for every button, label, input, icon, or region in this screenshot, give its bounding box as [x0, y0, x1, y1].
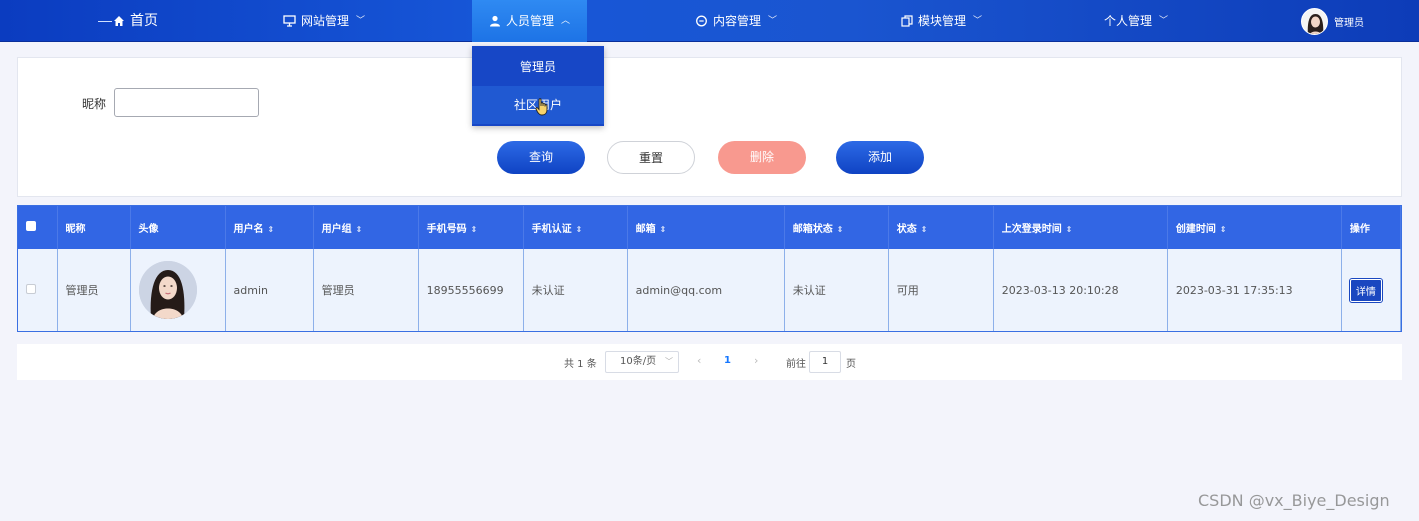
col-nickname: 昵称 — [57, 206, 131, 249]
nav-content-management-label: 内容管理 — [713, 14, 762, 28]
user-name-label[interactable]: 管理员 — [1334, 14, 1364, 29]
nav-website-management-label: 网站管理 — [301, 14, 350, 28]
table-header-row: 昵称 头像 用户名 ⇕ 用户组 ⇕ 手机号码 ⇕ 手机认证 ⇕ 邮箱 ⇕ 邮箱状态 ⇕ 状态… — [18, 206, 1402, 249]
chevron-up-icon: ︿ — [561, 16, 571, 26]
cell-phone: 18955556699 — [418, 249, 524, 331]
user-table: 昵称 头像 用户名 ⇕ 用户组 ⇕ 手机号码 ⇕ 手机认证 ⇕ 邮箱 ⇕ 邮箱状态 ⇕ 状态… — [17, 205, 1402, 332]
cell-avatar — [130, 249, 226, 331]
nav-website-management[interactable]: 网站管理 ﹀ — [283, 0, 365, 42]
col-avatar: 头像 — [130, 206, 226, 249]
col-phone[interactable]: 手机号码 ⇕ — [418, 206, 524, 249]
next-page-icon[interactable]: › — [754, 354, 758, 367]
nav-personal-management-label: 个人管理 — [1104, 14, 1153, 28]
reset-button[interactable]: 重置 — [607, 141, 695, 174]
cell-nickname: 管理员 — [57, 249, 131, 331]
avatar — [138, 261, 197, 319]
goto-page-input[interactable]: 1 — [809, 351, 841, 373]
sort-icon[interactable]: ⇕ — [837, 225, 844, 234]
col-username[interactable]: 用户名 ⇕ — [225, 206, 314, 249]
row-select-cell[interactable] — [18, 249, 58, 331]
search-panel: 昵称 查询 重置 删除 添加 — [17, 57, 1402, 197]
hand-cursor-icon — [535, 98, 548, 116]
top-navigation-bar: 首页 网站管理 ﹀ 人员管理 ︿ 内容管理 ﹀ 模块管理 ﹀ 个人管理 ﹀ 管理… — [0, 0, 1419, 42]
prev-page-icon[interactable]: ‹ — [697, 354, 701, 367]
nav-module-management[interactable]: 模块管理 ﹀ — [901, 0, 982, 42]
sort-icon[interactable]: ⇕ — [660, 225, 667, 234]
watermark: CSDN @vx_Biye_Design — [1198, 491, 1390, 510]
col-group[interactable]: 用户组 ⇕ — [313, 206, 419, 249]
chevron-down-icon: ﹀ — [1159, 16, 1169, 26]
cell-username: admin — [225, 249, 314, 331]
col-actions: 操作 — [1341, 206, 1402, 249]
home-underline — [98, 21, 112, 22]
nickname-label: 昵称 — [82, 97, 107, 111]
add-button[interactable]: 添加 — [836, 141, 924, 174]
table-row: 管理员 admin 管理员 18955556699 未认证 admin@qq.c… — [18, 249, 1402, 331]
cell-last-login: 2023-03-13 20:10:28 — [993, 249, 1168, 331]
cell-created: 2023-03-31 17:35:13 — [1167, 249, 1342, 331]
page-suffix-label: 页 — [846, 359, 856, 370]
col-status[interactable]: 状态 ⇕ — [888, 206, 994, 249]
copy-icon — [901, 15, 913, 27]
chevron-down-icon: ﹀ — [973, 16, 983, 26]
sort-icon[interactable]: ⇕ — [1066, 225, 1073, 234]
query-button[interactable]: 查询 — [497, 141, 585, 174]
user-avatar[interactable] — [1301, 8, 1328, 35]
sort-icon[interactable]: ⇕ — [1220, 225, 1227, 234]
avatar-portrait-icon — [138, 261, 197, 319]
col-created[interactable]: 创建时间 ⇕ — [1167, 206, 1342, 249]
dropdown-item-admin[interactable]: 管理员 — [472, 48, 604, 86]
goto-label: 前往 — [786, 359, 806, 370]
col-last-login[interactable]: 上次登录时间 ⇕ — [993, 206, 1168, 249]
chat-icon — [696, 15, 707, 27]
select-all-cell[interactable] — [18, 206, 58, 249]
page-size-select[interactable]: 10条/页 ﹀ — [605, 351, 679, 373]
row-checkbox[interactable] — [26, 283, 36, 294]
cell-phone-verified: 未认证 — [523, 249, 628, 331]
pagination-total: 共 1 条 — [564, 359, 597, 370]
page-size-value: 10条/页 — [620, 356, 657, 367]
cell-group: 管理员 — [313, 249, 419, 331]
monitor-icon — [283, 15, 296, 27]
nav-module-management-label: 模块管理 — [918, 14, 967, 28]
cell-actions: 详情 — [1341, 249, 1402, 331]
col-phone-verified[interactable]: 手机认证 ⇕ — [523, 206, 628, 249]
select-all-checkbox[interactable] — [26, 221, 36, 231]
nav-home[interactable]: 首页 — [113, 0, 158, 42]
col-email[interactable]: 邮箱 ⇕ — [627, 206, 785, 249]
sort-icon[interactable]: ⇕ — [921, 225, 928, 234]
avatar-portrait-icon — [1302, 9, 1327, 34]
chevron-down-icon: ﹀ — [356, 16, 366, 26]
home-icon — [114, 16, 124, 26]
sort-icon[interactable]: ⇕ — [356, 225, 363, 234]
cell-status: 可用 — [888, 249, 994, 331]
detail-button[interactable]: 详情 — [1348, 277, 1383, 303]
pagination: 共 1 条 10条/页 ﹀ ‹ 1 › 前往 1 页 — [17, 344, 1402, 380]
chevron-down-icon: ﹀ — [665, 357, 673, 366]
nav-personnel-management-label: 人员管理 — [506, 14, 555, 28]
nav-home-label: 首页 — [130, 13, 158, 29]
sort-icon[interactable]: ⇕ — [576, 225, 583, 234]
page-number-current[interactable]: 1 — [724, 355, 731, 366]
col-email-status[interactable]: 邮箱状态 ⇕ — [784, 206, 889, 249]
sort-icon[interactable]: ⇕ — [268, 225, 275, 234]
nav-personal-management[interactable]: 个人管理 ﹀ — [1104, 0, 1168, 42]
chevron-down-icon: ﹀ — [768, 16, 778, 26]
nav-personnel-management[interactable]: 人员管理 ︿ — [472, 0, 588, 42]
cell-email: admin@qq.com — [627, 249, 785, 331]
delete-button[interactable]: 删除 — [718, 141, 806, 174]
person-icon — [490, 15, 500, 27]
cell-email-status: 未认证 — [784, 249, 889, 331]
nav-content-management[interactable]: 内容管理 ﹀ — [695, 0, 777, 42]
nickname-input[interactable] — [114, 88, 259, 117]
sort-icon[interactable]: ⇕ — [471, 225, 478, 234]
